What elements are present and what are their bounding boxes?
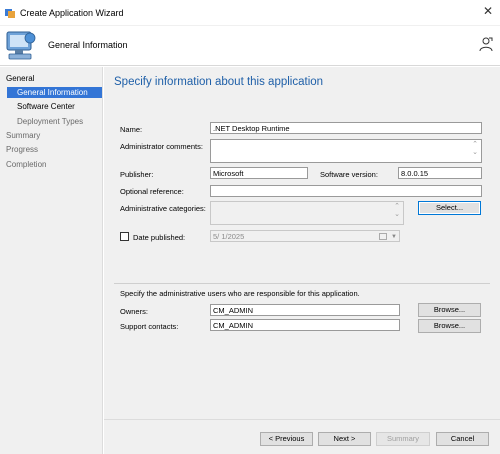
next-button[interactable]: Next > (318, 432, 371, 446)
nav-summary[interactable]: Summary (6, 131, 40, 140)
optional-reference-input[interactable] (210, 185, 482, 197)
admin-categories-list: ⌃ ⌄ (210, 201, 404, 225)
title-bar: Create Application Wizard ✕ (0, 0, 500, 26)
scroll-arrows-icon[interactable]: ⌃ ⌄ (471, 141, 479, 157)
owners-input[interactable]: CM_ADMIN (210, 304, 400, 316)
owners-label: Owners: (120, 307, 148, 316)
page-heading: Specify information about this applicati… (114, 76, 324, 88)
support-contacts-input[interactable]: CM_ADMIN (210, 319, 400, 331)
wizard-header: General Information (0, 26, 500, 66)
date-published-picker: 5/ 1/2025 ▼ (210, 230, 400, 242)
main-panel: Specify information about this applicati… (104, 67, 500, 454)
name-input[interactable]: .NET Desktop Runtime (210, 122, 482, 134)
date-published-value: 5/ 1/2025 (213, 232, 245, 241)
footer-divider (104, 419, 500, 420)
section-divider (114, 283, 490, 284)
nav-general-information[interactable]: General Information (7, 87, 102, 98)
publisher-input[interactable]: Microsoft (210, 167, 308, 179)
admin-users-description: Specify the administrative users who are… (120, 289, 360, 298)
nav-deployment-types[interactable]: Deployment Types (17, 117, 83, 126)
close-icon[interactable]: ✕ (482, 5, 494, 17)
date-published-label: Date published: (133, 233, 186, 242)
wizard-nav: General General Information Software Cen… (0, 67, 103, 454)
nav-software-center[interactable]: Software Center (17, 102, 75, 111)
window-title: Create Application Wizard (20, 8, 124, 18)
calendar-icon (379, 233, 387, 240)
date-published-checkbox[interactable] (120, 232, 129, 241)
previous-button[interactable]: < Previous (260, 432, 313, 446)
cancel-button[interactable]: Cancel (436, 432, 489, 446)
help-person-icon[interactable] (478, 36, 494, 52)
wizard-app-icon (5, 9, 15, 18)
support-contacts-browse-button[interactable]: Browse... (418, 319, 481, 333)
computer-wizard-icon (6, 31, 36, 60)
nav-general[interactable]: General (6, 74, 34, 83)
nav-progress[interactable]: Progress (6, 145, 38, 154)
name-label: Name: (120, 125, 143, 134)
admin-categories-label: Administrative categories: (120, 204, 206, 213)
nav-completion[interactable]: Completion (6, 160, 46, 169)
scroll-arrows-icon: ⌃ ⌄ (394, 203, 400, 218)
publisher-label: Publisher: (120, 170, 154, 179)
software-version-input[interactable]: 8.0.0.15 (398, 167, 482, 179)
header-title: General Information (48, 40, 128, 50)
summary-button: Summary (376, 432, 430, 446)
owners-browse-button[interactable]: Browse... (418, 303, 481, 317)
optional-reference-label: Optional reference: (120, 187, 184, 196)
select-button[interactable]: Select... (418, 201, 481, 215)
software-version-label: Software version: (320, 170, 378, 179)
chevron-down-icon: ▼ (391, 234, 397, 240)
admin-comments-input[interactable]: ⌃ ⌄ (210, 139, 482, 163)
admin-comments-label: Administrator comments: (120, 142, 203, 151)
support-contacts-label: Support contacts: (120, 322, 179, 331)
